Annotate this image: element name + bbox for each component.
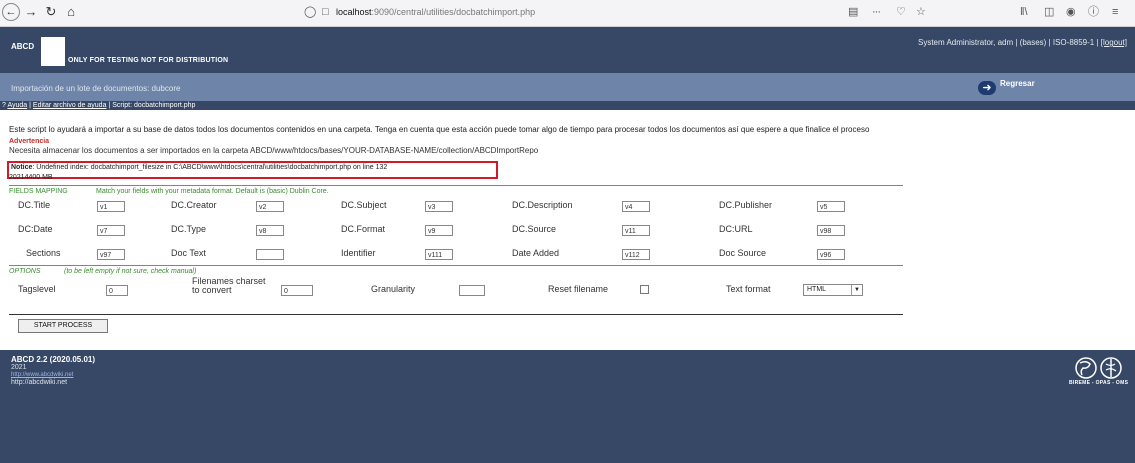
text-format-label: Text format (726, 284, 771, 294)
field-label: DC.Publisher (719, 200, 773, 210)
text-format-value: HTML (807, 286, 827, 293)
divider (9, 314, 903, 315)
script-name: Script: docbatchimport.php (112, 102, 196, 109)
field-label: DC.Subject (341, 200, 387, 210)
bookmark-star-icon[interactable]: ☆ (916, 3, 926, 22)
dc-url-input[interactable]: v98 (817, 225, 845, 236)
field-label: DC.Creator (171, 200, 217, 210)
dc-format-input[interactable]: v9 (425, 225, 453, 236)
logout-link[interactable]: [logout] (1101, 38, 1127, 47)
shield-icon[interactable]: ◯ (304, 3, 316, 22)
field-label: Doc Text (171, 248, 206, 258)
url-text[interactable]: localhost:9090/central/utilities/docbatc… (336, 3, 535, 22)
charset-label-line2: to convert (192, 285, 232, 295)
field-label: DC.Source (512, 224, 557, 234)
abcdwiki-link[interactable]: http://www.abcdwiki.net (11, 372, 73, 378)
user-info: System Administrator, adm | (bases) | IS… (918, 38, 1127, 47)
pocket-icon[interactable]: ♡ (896, 3, 906, 22)
divider (9, 265, 903, 266)
notice-label: Notice (11, 164, 33, 171)
menu-icon[interactable]: ≡ (1112, 3, 1118, 22)
home-icon[interactable]: ⌂ (62, 3, 80, 21)
field-label: Identifier (341, 248, 376, 258)
back-arrow-icon[interactable]: ← (2, 3, 20, 21)
page-actions-icon[interactable]: ··· (872, 3, 881, 22)
app-header (0, 27, 1135, 73)
page-icon: □ (322, 6, 329, 18)
page-title: Importación de un lote de documentos: du… (11, 84, 181, 93)
account-icon[interactable]: ◉ (1066, 3, 1076, 22)
granularity-label: Granularity (371, 284, 416, 294)
field-label: DC:URL (719, 224, 753, 234)
identifier-input[interactable]: v111 (425, 249, 453, 260)
start-process-button[interactable]: START PROCESS (18, 319, 108, 333)
field-label: DC.Title (18, 200, 51, 210)
abcdwiki-link-2[interactable]: http://abcdwiki.net (11, 379, 67, 386)
reader-view-icon[interactable]: ▤ (848, 3, 858, 22)
warning-text: Necesita almacenar los documentos a ser … (9, 146, 539, 155)
fields-mapping-label: FIELDS MAPPING (9, 188, 68, 195)
divider (9, 185, 903, 186)
info-icon[interactable]: ⓘ (1088, 3, 1099, 22)
forward-arrow-icon[interactable]: → (22, 3, 40, 21)
library-icon[interactable]: ‖\ (1020, 3, 1028, 22)
field-label: DC:Date (18, 224, 53, 234)
notice-message: : Undefined index: docbatchimport_filesi… (32, 164, 388, 171)
footer-year: 2021 (11, 364, 27, 371)
field-label: Doc Source (719, 248, 767, 258)
dc-source-input[interactable]: v11 (622, 225, 650, 236)
chevron-down-icon: ▼ (851, 285, 862, 295)
back-arrow-icon[interactable]: ➜ (978, 81, 996, 95)
field-label: DC.Type (171, 224, 207, 234)
sidebar-icon[interactable]: ◫ (1044, 3, 1054, 22)
user-info-text: System Administrator, adm | (bases) | IS… (918, 38, 1101, 47)
date-added-input[interactable]: v112 (622, 249, 650, 260)
reload-icon[interactable]: ↻ (42, 3, 60, 21)
help-question-icon: ? (2, 102, 6, 109)
field-label: DC.Description (512, 200, 573, 210)
tagslevel-label: Tagslevel (18, 284, 56, 294)
intro-text: Este script lo ayudará a importar a su b… (9, 125, 870, 134)
charset-input[interactable]: 0 (281, 285, 313, 296)
options-label: OPTIONS (9, 268, 41, 275)
granularity-input[interactable] (459, 285, 485, 296)
field-label: Date Added (512, 248, 560, 258)
field-label: DC.Format (341, 224, 386, 234)
reset-filename-label: Reset filename (548, 284, 609, 294)
dc-creator-input[interactable]: v2 (256, 201, 284, 212)
doc-text-input[interactable] (256, 249, 284, 260)
size-text: 20214400 MB (9, 174, 53, 181)
address-bar[interactable]: ◯ □ localhost:9090/central/utilities/doc… (300, 3, 832, 22)
help-links: ? Ayuda | Editar archivo de ayuda | Scri… (2, 102, 196, 109)
footer-version: ABCD 2.2 (2020.05.01) (11, 355, 96, 364)
regresar-link[interactable]: Regresar (1000, 79, 1035, 88)
logo-subtitle: ONLY FOR TESTING NOT FOR DISTRIBUTION (68, 57, 229, 64)
dc-title-input[interactable]: v1 (97, 201, 125, 212)
sections-input[interactable]: v97 (97, 249, 125, 260)
warning-title: Advertencia (9, 138, 50, 145)
edit-help-link[interactable]: Editar archivo de ayuda (33, 102, 107, 109)
field-label: Sections (26, 248, 61, 258)
logo-image (41, 37, 65, 66)
dc-date-input[interactable]: v7 (97, 225, 125, 236)
dc-subject-input[interactable]: v3 (425, 201, 453, 212)
ayuda-link[interactable]: Ayuda (7, 102, 27, 109)
text-format-select[interactable]: HTML ▼ (803, 284, 863, 296)
bireme-logo-text: BIREME - OPAS - OMS (1069, 380, 1129, 386)
dc-type-input[interactable]: v8 (256, 225, 284, 236)
reset-filename-checkbox[interactable] (640, 285, 649, 294)
options-hint: (to be left empty if not sure, check man… (64, 268, 197, 275)
tagslevel-input[interactable]: 0 (106, 285, 128, 296)
doc-source-input[interactable]: v96 (817, 249, 845, 260)
fields-mapping-hint: Match your fields with your metadata for… (96, 188, 329, 195)
php-notice: Notice: Undefined index: docbatchimport_… (11, 164, 387, 171)
dc-description-input[interactable]: v4 (622, 201, 650, 212)
logo-text: ABCD (11, 42, 35, 51)
charset-label: Filenames charset to convert (192, 277, 266, 295)
footer (0, 350, 1135, 463)
dc-publisher-input[interactable]: v5 (817, 201, 845, 212)
